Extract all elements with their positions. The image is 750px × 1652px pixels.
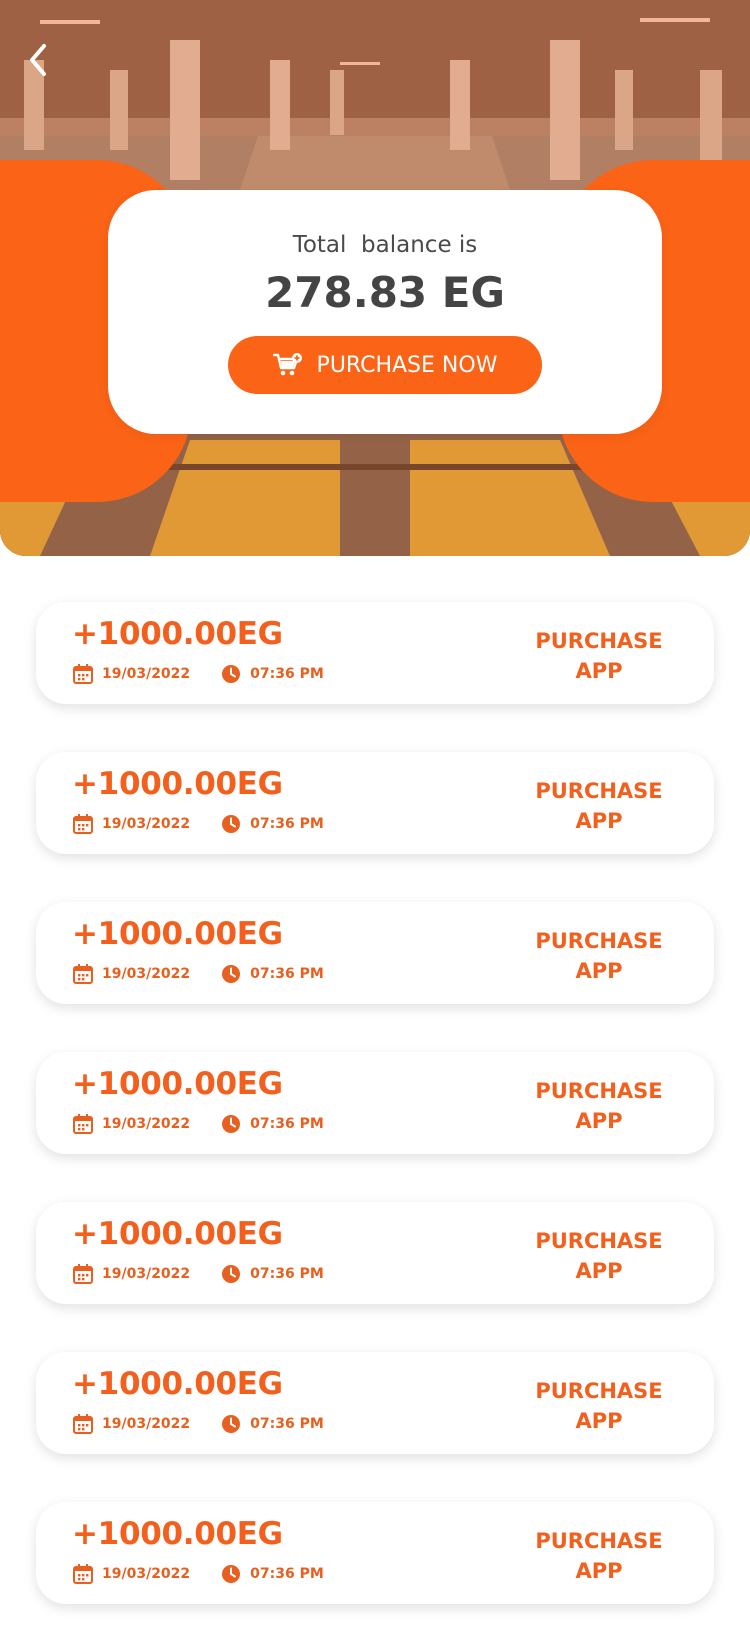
transaction-type: PURCHASE APP	[524, 1076, 674, 1136]
transaction-type-line1: PURCHASE	[535, 1529, 663, 1553]
transaction-card[interactable]: +1000.00EG 19/03/2022 07:36 PM PURCHASE A…	[36, 602, 714, 704]
transaction-meta: 19/03/2022 07:36 PM	[72, 1412, 324, 1436]
transaction-type: PURCHASE APP	[524, 1226, 674, 1286]
cart-add-icon	[272, 353, 302, 376]
transaction-amount: +1000.00EG	[72, 1066, 283, 1102]
transaction-time: 07:36 PM	[250, 666, 324, 682]
header-banner: Total balance is 278.83 EG PURCHASE NOW	[0, 0, 750, 556]
clock-icon	[222, 665, 241, 683]
transaction-type-line2: APP	[575, 1409, 623, 1433]
clock-icon	[222, 1265, 241, 1283]
transaction-type-line2: APP	[575, 1559, 623, 1583]
calendar-icon	[73, 814, 93, 834]
transaction-type: PURCHASE APP	[524, 776, 674, 836]
transaction-type-line1: PURCHASE	[535, 1079, 663, 1103]
transaction-date: 19/03/2022	[102, 1266, 191, 1282]
transaction-type: PURCHASE APP	[524, 1526, 674, 1586]
transaction-date: 19/03/2022	[102, 666, 191, 682]
transaction-amount: +1000.00EG	[72, 916, 283, 952]
transaction-card[interactable]: +1000.00EG 19/03/2022 07:36 PM PURCHASE A…	[36, 1052, 714, 1154]
transaction-type-line1: PURCHASE	[535, 779, 663, 803]
transaction-type-line1: PURCHASE	[535, 629, 663, 653]
back-button[interactable]	[22, 38, 62, 82]
transaction-amount: +1000.00EG	[72, 616, 283, 652]
transaction-meta: 19/03/2022 07:36 PM	[72, 1112, 324, 1136]
transaction-type-line2: APP	[575, 959, 623, 983]
transaction-date: 19/03/2022	[102, 1116, 191, 1132]
transaction-meta: 19/03/2022 07:36 PM	[72, 662, 324, 686]
calendar-icon	[73, 1564, 93, 1584]
transaction-time: 07:36 PM	[250, 1566, 324, 1582]
transaction-amount: +1000.00EG	[72, 1216, 283, 1252]
transaction-meta: 19/03/2022 07:36 PM	[72, 1262, 324, 1286]
transaction-time: 07:36 PM	[250, 1266, 324, 1282]
purchase-now-label: PURCHASE NOW	[316, 352, 498, 378]
transaction-type-line2: APP	[575, 809, 623, 833]
transaction-card[interactable]: +1000.00EG 19/03/2022 07:36 PM PURCHASE A…	[36, 1352, 714, 1454]
clock-icon	[222, 965, 241, 983]
transaction-type-line1: PURCHASE	[535, 1379, 663, 1403]
transaction-date: 19/03/2022	[102, 1566, 191, 1582]
calendar-icon	[73, 664, 93, 684]
transaction-amount: +1000.00EG	[72, 1516, 283, 1552]
transaction-meta: 19/03/2022 07:36 PM	[72, 1562, 324, 1586]
transaction-list: +1000.00EG 19/03/2022 07:36 PM PURCHASE A…	[36, 602, 714, 1652]
transaction-amount: +1000.00EG	[72, 1366, 283, 1402]
transaction-type-line1: PURCHASE	[535, 929, 663, 953]
transaction-type: PURCHASE APP	[524, 926, 674, 986]
clock-icon	[222, 1565, 241, 1583]
transaction-date: 19/03/2022	[102, 966, 191, 982]
calendar-icon	[73, 964, 93, 984]
transaction-card[interactable]: +1000.00EG 19/03/2022 07:36 PM PURCHASE A…	[36, 752, 714, 854]
clock-icon	[222, 815, 241, 833]
transaction-time: 07:36 PM	[250, 816, 324, 832]
calendar-icon	[73, 1414, 93, 1434]
transaction-card[interactable]: +1000.00EG 19/03/2022 07:36 PM PURCHASE A…	[36, 1202, 714, 1304]
calendar-icon	[73, 1264, 93, 1284]
transaction-date: 19/03/2022	[102, 816, 191, 832]
transaction-date: 19/03/2022	[102, 1416, 191, 1432]
transaction-card[interactable]: +1000.00EG 19/03/2022 07:36 PM PURCHASE A…	[36, 1502, 714, 1604]
transaction-type-line2: APP	[575, 659, 623, 683]
transaction-type-line2: APP	[575, 1109, 623, 1133]
chevron-left-icon	[30, 44, 46, 76]
transaction-meta: 19/03/2022 07:36 PM	[72, 812, 324, 836]
transaction-time: 07:36 PM	[250, 966, 324, 982]
calendar-icon	[73, 1114, 93, 1134]
transaction-card[interactable]: +1000.00EG 19/03/2022 07:36 PM PURCHASE A…	[36, 902, 714, 1004]
transaction-type: PURCHASE APP	[524, 626, 674, 686]
purchase-now-button[interactable]: PURCHASE NOW	[228, 336, 542, 394]
transaction-type: PURCHASE APP	[524, 1376, 674, 1436]
transaction-amount: +1000.00EG	[72, 766, 283, 802]
clock-icon	[222, 1115, 241, 1133]
balance-card: Total balance is 278.83 EG PURCHASE NOW	[108, 190, 662, 434]
clock-icon	[222, 1415, 241, 1433]
transaction-type-line1: PURCHASE	[535, 1229, 663, 1253]
transaction-time: 07:36 PM	[250, 1416, 324, 1432]
transaction-meta: 19/03/2022 07:36 PM	[72, 962, 324, 986]
balance-label: Total balance is	[292, 232, 478, 258]
transaction-type-line2: APP	[575, 1259, 623, 1283]
transaction-time: 07:36 PM	[250, 1116, 324, 1132]
balance-value: 278.83 EG	[265, 268, 505, 317]
